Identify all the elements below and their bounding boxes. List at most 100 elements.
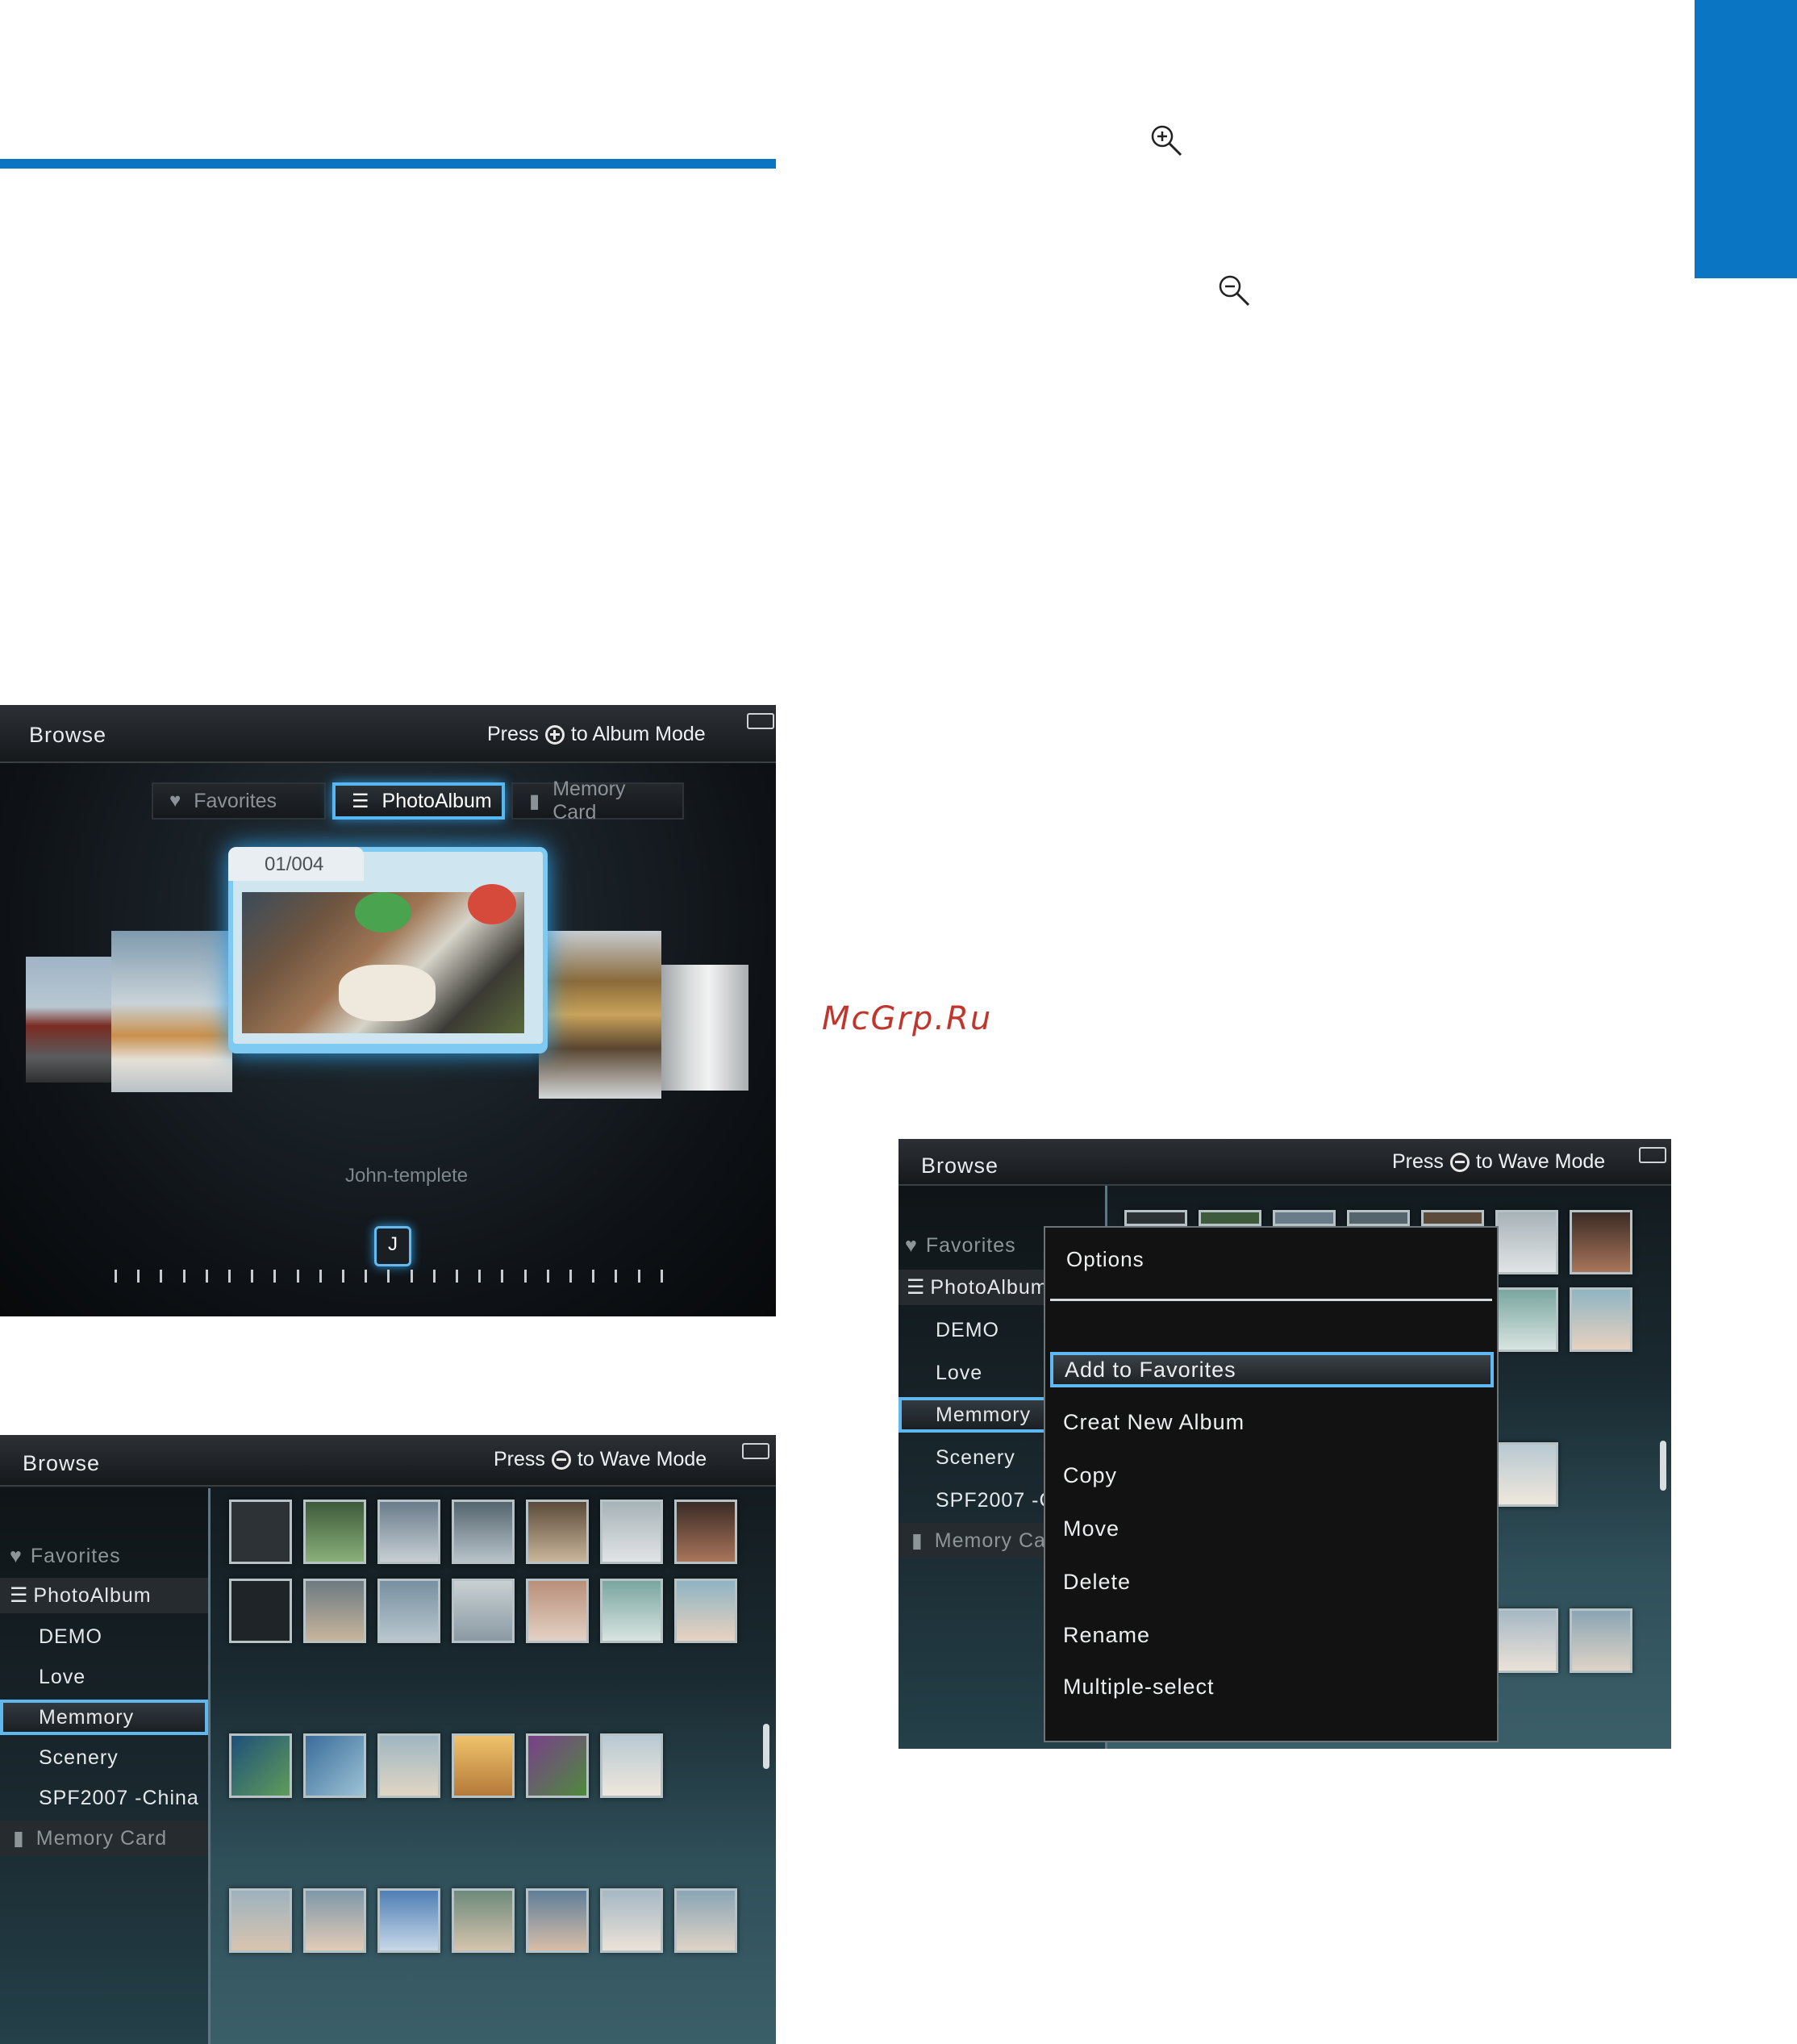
- battery-icon: [1639, 1147, 1666, 1163]
- menu-item-copy[interactable]: Copy: [1063, 1463, 1117, 1488]
- sidebar-label: Favorites: [30, 1544, 121, 1567]
- thumbnail[interactable]: [452, 1733, 515, 1798]
- thumbnail[interactable]: [600, 1733, 663, 1798]
- watermark: McGrp.Ru: [822, 1000, 993, 1037]
- section-rule: [0, 159, 776, 169]
- album-slider-track[interactable]: [115, 1270, 663, 1283]
- thumbnail[interactable]: [452, 1500, 515, 1564]
- screen-title: Browse: [921, 1153, 999, 1178]
- sidebar-item-photoalbum[interactable]: ☰ PhotoAlbum: [0, 1578, 208, 1613]
- thumbnail[interactable]: [1570, 1608, 1632, 1673]
- thumbnail[interactable]: [526, 1500, 589, 1564]
- thumbnail[interactable]: [1570, 1287, 1632, 1352]
- heart-icon: ♥: [169, 790, 181, 811]
- thumbnail[interactable]: [1495, 1210, 1558, 1274]
- sidebar-item-memory-card[interactable]: ▮ Memory Card: [0, 1821, 208, 1856]
- thumbnail[interactable]: [1199, 1210, 1261, 1226]
- thumbnail[interactable]: [600, 1888, 663, 1953]
- thumbnail[interactable]: [229, 1579, 292, 1643]
- mode-hint: Press to Album Mode: [487, 723, 706, 746]
- album-photo-left-2[interactable]: [26, 957, 115, 1082]
- tab-memory-card[interactable]: ▮ Memory Card: [511, 778, 684, 824]
- scrollbar-thumb[interactable]: [763, 1724, 769, 1769]
- thumbnail[interactable]: [303, 1733, 366, 1798]
- tab-photoalbum[interactable]: ☰ PhotoAlbum: [332, 782, 505, 820]
- sidebar-item-favorites[interactable]: ♥ Favorites: [0, 1538, 208, 1574]
- thumbnail[interactable]: [452, 1888, 515, 1953]
- options-menu: Options Add to Favorites Creat New Album…: [1044, 1226, 1499, 1742]
- album-slider-handle[interactable]: J: [374, 1226, 411, 1266]
- thumbnail[interactable]: [229, 1733, 292, 1798]
- list-icon: ☰: [10, 1584, 29, 1607]
- thumbnail[interactable]: [1347, 1210, 1410, 1226]
- thumbnail[interactable]: [377, 1579, 440, 1643]
- thumbnail[interactable]: [1495, 1608, 1558, 1673]
- thumbnail[interactable]: [600, 1579, 663, 1643]
- thumbnail[interactable]: [229, 1888, 292, 1953]
- thumbnail[interactable]: [1495, 1287, 1558, 1352]
- thumbnail[interactable]: [526, 1733, 589, 1798]
- thumbnail[interactable]: [1495, 1442, 1558, 1507]
- memory-card-icon: ▮: [13, 1827, 25, 1850]
- memory-card-icon: ▮: [911, 1529, 924, 1552]
- menu-divider: [1050, 1299, 1492, 1301]
- album-cover-photo: [242, 884, 524, 1033]
- thumbnail[interactable]: [377, 1500, 440, 1564]
- options-title: Options: [1066, 1247, 1144, 1271]
- menu-item-move[interactable]: Move: [1063, 1516, 1119, 1541]
- screen-title: Browse: [23, 1451, 101, 1475]
- zoom-out-icon: [551, 1450, 571, 1470]
- thumbnail[interactable]: [377, 1733, 440, 1798]
- thumbnail[interactable]: [526, 1579, 589, 1643]
- tab-label: Memory Card: [552, 778, 626, 824]
- album-name: John-templete: [345, 1165, 469, 1187]
- thumbnail[interactable]: [303, 1888, 366, 1953]
- thumbnail[interactable]: [674, 1888, 737, 1953]
- thumbnail[interactable]: [303, 1500, 366, 1564]
- thumbnail[interactable]: [1421, 1210, 1484, 1226]
- album-photo-right-2[interactable]: [650, 965, 748, 1091]
- menu-item-create-new-album[interactable]: Creat New Album: [1063, 1410, 1245, 1435]
- top-bar: Browse Press to Wave Mode: [0, 1435, 776, 1487]
- thumbnail[interactable]: [1570, 1210, 1632, 1274]
- zoom-in-icon: [544, 724, 565, 745]
- thumbnail[interactable]: [303, 1579, 366, 1643]
- thumbnail[interactable]: [674, 1579, 737, 1643]
- menu-item-delete[interactable]: Delete: [1063, 1570, 1131, 1595]
- menu-item-rename[interactable]: Rename: [1063, 1623, 1150, 1648]
- sidebar-item-love[interactable]: Love: [0, 1659, 208, 1695]
- thumbnail[interactable]: [600, 1500, 663, 1564]
- top-bar: Browse Press to Album Mode: [0, 705, 776, 763]
- hint-mode: to Wave Mode: [577, 1448, 707, 1470]
- tab-label: PhotoAlbum: [381, 789, 492, 812]
- thumbnail[interactable]: [526, 1888, 589, 1953]
- thumbnail[interactable]: [229, 1500, 292, 1564]
- sidebar-label: PhotoAlbum: [33, 1583, 152, 1607]
- sidebar-item-demo[interactable]: DEMO: [0, 1619, 208, 1654]
- sidebar-item-scenery[interactable]: Scenery: [0, 1740, 208, 1775]
- album-photo-right-1[interactable]: [539, 931, 661, 1099]
- options-menu-screen: Browse Press to Wave Mode ♥ Favorites ☰ …: [898, 1139, 1671, 1749]
- battery-icon: [747, 713, 774, 729]
- mode-hint: Press to Wave Mode: [1392, 1150, 1605, 1174]
- scrollbar-thumb[interactable]: [1660, 1441, 1666, 1491]
- screen-title: Browse: [29, 723, 107, 747]
- sidebar-item-spf2007-china[interactable]: SPF2007 -China: [0, 1780, 208, 1816]
- thumbnail[interactable]: [452, 1579, 515, 1643]
- thumbnail[interactable]: [377, 1888, 440, 1953]
- thumbnail[interactable]: [1124, 1210, 1187, 1226]
- album-photo-left-1[interactable]: [111, 931, 232, 1092]
- hint-mode: to Album Mode: [570, 723, 706, 745]
- balloon-shape: [355, 892, 411, 932]
- thumbnail[interactable]: [674, 1500, 737, 1564]
- balloon-shape: [468, 884, 516, 924]
- list-icon: ☰: [352, 790, 369, 812]
- thumbnail[interactable]: [1273, 1210, 1336, 1226]
- sidebar-item-memmory[interactable]: Memmory: [0, 1700, 208, 1735]
- menu-item-add-to-favorites[interactable]: Add to Favorites: [1050, 1352, 1494, 1387]
- sidebar-label: Memory Card: [35, 1826, 168, 1850]
- zoom-out-icon: [1449, 1152, 1470, 1172]
- album-mode-screen: Browse Press to Album Mode ♥ Favorites ☰…: [0, 705, 776, 1316]
- menu-item-multiple-select[interactable]: Multiple-select: [1063, 1675, 1215, 1700]
- tab-favorites[interactable]: ♥ Favorites: [152, 782, 326, 820]
